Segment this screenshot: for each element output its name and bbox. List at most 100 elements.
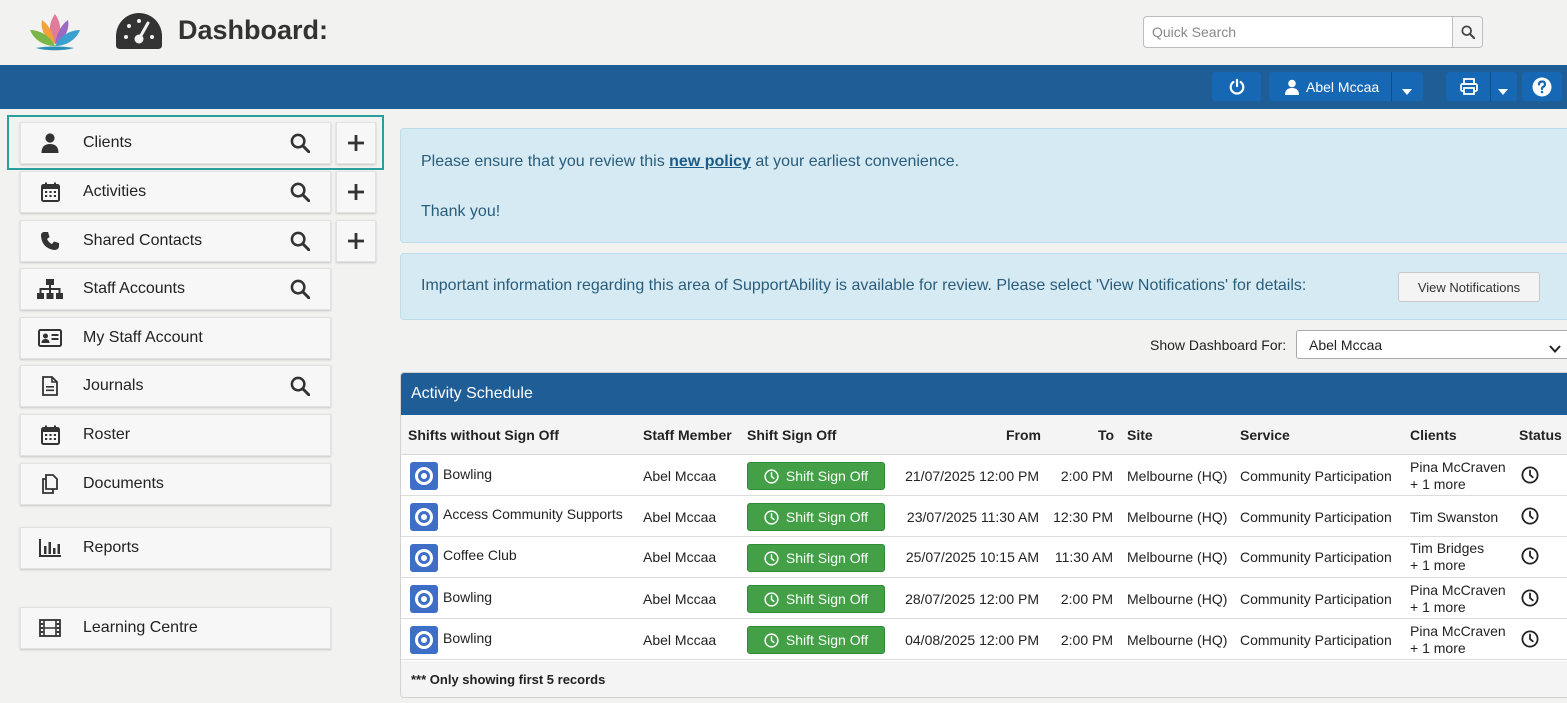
activity-name[interactable]: Access Community Supports bbox=[443, 506, 623, 522]
activity-icon[interactable] bbox=[410, 626, 438, 654]
site: Melbourne (HQ) bbox=[1127, 591, 1228, 607]
from-datetime: 04/08/2025 12:00 PM bbox=[905, 632, 1039, 648]
activities-search-button[interactable] bbox=[280, 182, 320, 202]
search-icon bbox=[290, 133, 310, 153]
chevron-down-icon[interactable] bbox=[1497, 83, 1509, 101]
sidebar-item-documents[interactable]: Documents bbox=[20, 463, 331, 505]
activity-name[interactable]: Bowling bbox=[443, 630, 492, 646]
service: Community Participation bbox=[1240, 549, 1392, 565]
client-name[interactable]: Tim Swanston bbox=[1410, 509, 1498, 525]
shift-sign-off-label: Shift Sign Off bbox=[785, 591, 869, 607]
client-name[interactable]: Pina McCraven bbox=[1410, 582, 1506, 598]
sidebar-item-roster[interactable]: Roster bbox=[20, 414, 331, 456]
activity-name[interactable]: Bowling bbox=[443, 466, 492, 482]
clients-search-button[interactable] bbox=[280, 133, 320, 153]
shift-sign-off-button[interactable]: Shift Sign Off bbox=[747, 544, 885, 572]
col-clients[interactable]: Clients bbox=[1410, 427, 1457, 443]
policy-alert: Please ensure that you review this new p… bbox=[400, 128, 1567, 243]
site: Melbourne (HQ) bbox=[1127, 549, 1228, 565]
status-clock-icon[interactable] bbox=[1521, 547, 1539, 568]
col-service[interactable]: Service bbox=[1240, 427, 1290, 443]
sidebar-item-label: Roster bbox=[83, 426, 131, 443]
service: Community Participation bbox=[1240, 632, 1392, 648]
shift-sign-off-button[interactable]: Shift Sign Off bbox=[747, 462, 885, 490]
sidebar-item-activities[interactable]: Activities bbox=[20, 171, 331, 213]
staff-member: Abel Mccaa bbox=[643, 549, 717, 565]
add-client-button[interactable] bbox=[336, 122, 376, 164]
lotus-logo-icon[interactable] bbox=[26, 10, 84, 52]
client-name[interactable]: Pina McCraven bbox=[1410, 623, 1506, 639]
col-shifts[interactable]: Shifts without Sign Off bbox=[408, 427, 559, 443]
quick-search-button[interactable] bbox=[1452, 17, 1482, 47]
sidebar-item-label: Documents bbox=[83, 475, 164, 492]
toolbar: Abel Mccaa bbox=[0, 65, 1567, 109]
col-site[interactable]: Site bbox=[1127, 427, 1153, 443]
from-datetime: 21/07/2025 12:00 PM bbox=[905, 468, 1039, 484]
show-dashboard-select[interactable]: Abel Mccaa bbox=[1296, 330, 1567, 359]
sidebar-item-reports[interactable]: Reports bbox=[20, 527, 331, 569]
sidebar-item-my-staff-account[interactable]: My Staff Account bbox=[20, 317, 331, 359]
staff-accounts-search-button[interactable] bbox=[280, 279, 320, 299]
calendar-icon bbox=[23, 425, 77, 445]
shift-sign-off-button[interactable]: Shift Sign Off bbox=[747, 626, 885, 654]
sidebar-item-learning-centre[interactable]: Learning Centre bbox=[20, 607, 331, 649]
activity-icon[interactable] bbox=[410, 544, 438, 572]
from-datetime: 23/07/2025 11:30 AM bbox=[906, 509, 1039, 525]
staff-member: Abel Mccaa bbox=[643, 591, 717, 607]
calendar-icon bbox=[23, 182, 77, 202]
site: Melbourne (HQ) bbox=[1127, 468, 1228, 484]
add-activity-button[interactable] bbox=[336, 171, 376, 213]
more-clients[interactable]: + 1 more bbox=[1410, 557, 1466, 573]
col-from[interactable]: From bbox=[1006, 427, 1041, 443]
more-clients[interactable]: + 1 more bbox=[1410, 599, 1466, 615]
activity-name[interactable]: Coffee Club bbox=[443, 547, 517, 563]
quick-search-input[interactable] bbox=[1144, 17, 1452, 47]
activity-icon[interactable] bbox=[410, 462, 438, 490]
col-to[interactable]: To bbox=[1098, 427, 1114, 443]
shift-sign-off-button[interactable]: Shift Sign Off bbox=[747, 503, 885, 531]
more-clients[interactable]: + 1 more bbox=[1410, 476, 1466, 492]
activity-name[interactable]: Bowling bbox=[443, 589, 492, 605]
user-icon bbox=[23, 133, 77, 153]
site: Melbourne (HQ) bbox=[1127, 632, 1228, 648]
user-menu-button[interactable]: Abel Mccaa bbox=[1269, 72, 1423, 101]
status-clock-icon[interactable] bbox=[1521, 507, 1539, 528]
clock-icon bbox=[764, 509, 779, 525]
status-clock-icon[interactable] bbox=[1521, 630, 1539, 651]
table-header: Shifts without Sign Off Staff Member Shi… bbox=[401, 415, 1567, 455]
status-clock-icon[interactable] bbox=[1521, 466, 1539, 487]
id-card-icon bbox=[23, 329, 77, 347]
to-time: 11:30 AM bbox=[1054, 549, 1113, 565]
add-shared-contact-button[interactable] bbox=[336, 220, 376, 262]
more-clients[interactable]: + 1 more bbox=[1410, 640, 1466, 656]
phone-icon bbox=[23, 231, 77, 251]
col-staff-member[interactable]: Staff Member bbox=[643, 427, 732, 443]
status-clock-icon[interactable] bbox=[1521, 589, 1539, 610]
shift-sign-off-button[interactable]: Shift Sign Off bbox=[747, 585, 885, 613]
clock-icon bbox=[764, 550, 779, 566]
shift-sign-off-label: Shift Sign Off bbox=[785, 509, 869, 525]
logout-button[interactable] bbox=[1212, 72, 1261, 101]
sidebar-item-clients[interactable]: Clients bbox=[20, 122, 331, 164]
sidebar-item-shared-contacts[interactable]: Shared Contacts bbox=[20, 220, 331, 262]
client-name[interactable]: Tim Bridges bbox=[1410, 540, 1484, 556]
col-status[interactable]: Status bbox=[1519, 427, 1562, 443]
new-policy-link[interactable]: new policy bbox=[669, 153, 751, 170]
org-chart-icon bbox=[23, 279, 77, 299]
journals-search-button[interactable] bbox=[280, 376, 320, 396]
col-shift-sign-off[interactable]: Shift Sign Off bbox=[747, 427, 836, 443]
shared-contacts-search-button[interactable] bbox=[280, 231, 320, 251]
client-name[interactable]: Pina McCraven bbox=[1410, 459, 1506, 475]
help-button[interactable] bbox=[1522, 72, 1562, 101]
sidebar-item-journals[interactable]: Journals bbox=[20, 365, 331, 407]
activity-icon[interactable] bbox=[410, 503, 438, 531]
view-notifications-button[interactable]: View Notifications bbox=[1398, 272, 1540, 302]
clock-icon bbox=[764, 591, 779, 607]
activity-schedule-panel: Activity Schedule Shifts without Sign Of… bbox=[400, 372, 1567, 698]
print-button[interactable] bbox=[1446, 72, 1517, 101]
chevron-down-icon[interactable] bbox=[1401, 83, 1413, 101]
activity-icon[interactable] bbox=[410, 585, 438, 613]
shift-sign-off-label: Shift Sign Off bbox=[785, 468, 869, 484]
staff-member: Abel Mccaa bbox=[643, 632, 717, 648]
sidebar-item-staff-accounts[interactable]: Staff Accounts bbox=[20, 268, 331, 310]
